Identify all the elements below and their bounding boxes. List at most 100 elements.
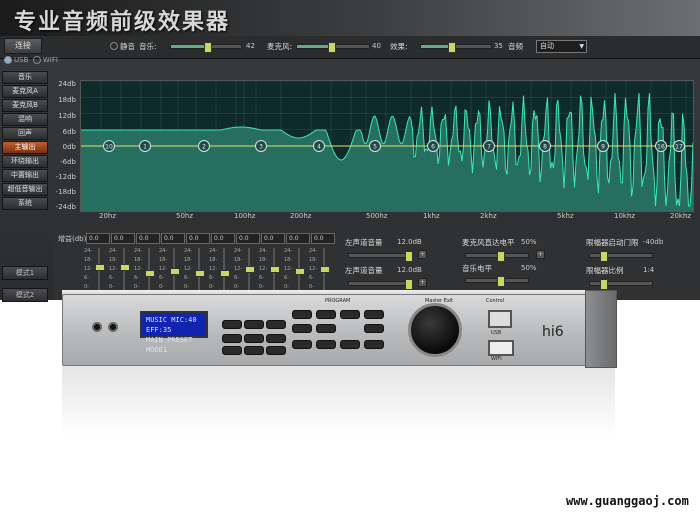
rack-ear (585, 290, 617, 368)
eq-scale-tick: 6- (234, 275, 239, 281)
ratio-slider[interactable] (589, 279, 653, 290)
sidebar-item-main-output[interactable]: 主输出 (2, 141, 48, 154)
eq-gain-input[interactable]: 0.0 (236, 233, 260, 244)
eq-gain-input[interactable]: 0.0 (86, 233, 110, 244)
eq-scale-tick: 6- (309, 275, 314, 281)
eq-band-knob[interactable] (120, 264, 130, 271)
sidebar-item-reverb[interactable]: 混响 (2, 113, 48, 126)
eq-band-knob[interactable] (95, 264, 105, 271)
eq-gain-input[interactable]: 0.0 (286, 233, 310, 244)
music-level-value: 50% (521, 264, 537, 272)
eq-node-label: 16 (657, 144, 665, 151)
eq-gain-input[interactable]: 0.0 (161, 233, 185, 244)
lcd-line2: MAIN PRESET MODE1 (146, 336, 193, 354)
device-button (266, 320, 286, 329)
eq-scale-tick: 12- (184, 266, 193, 272)
mic-slider[interactable] (296, 42, 370, 53)
eq-node-label: 4 (317, 144, 321, 151)
lcd-line1: MUSIC MIC:40 EFF:35 (146, 316, 197, 334)
eq-band-knob[interactable] (245, 266, 255, 273)
plus-icon[interactable]: + (418, 250, 427, 259)
eq-gain-input[interactable]: 0.0 (136, 233, 160, 244)
title-bar: 专业音频前级效果器 (0, 0, 700, 36)
mode2-button[interactable]: 模式2 (2, 288, 48, 302)
eq-band-knob[interactable] (320, 266, 330, 273)
mic-slider-knob[interactable] (328, 42, 336, 53)
music-slider-knob[interactable] (204, 42, 212, 53)
eq-band-knob[interactable] (295, 268, 305, 275)
device-button (292, 340, 312, 349)
mode-select-value: 自动 (540, 42, 554, 50)
eq-band-knob[interactable] (220, 270, 230, 277)
mic-direct-slider[interactable] (465, 251, 529, 262)
eq-gain-input[interactable]: 0.0 (311, 233, 335, 244)
gain-label: 增益(db) (58, 235, 87, 243)
device-button (244, 334, 264, 343)
hz-tick: 50hz (176, 212, 194, 220)
device-reflection (62, 366, 615, 436)
left-vol-slider[interactable] (348, 279, 413, 290)
eq-scale-tick: 12- (84, 266, 93, 272)
sidebar-item-mic-a[interactable]: 麦克风A (2, 85, 48, 98)
sidebar-item-echo[interactable]: 回声 (2, 127, 48, 140)
eq-scale-tick: 12- (209, 266, 218, 272)
sidebar: 音乐 麦克风A 麦克风B 混响 回声 主输出 环绕输出 中置输出 超低音输出 系… (0, 70, 48, 211)
eq-response-graph[interactable]: 10 1 2 3 4 5 6 7 8 9 16 17 (80, 80, 694, 212)
eq-scale-tick: 12- (159, 266, 168, 272)
freq-label: 音频 (508, 42, 523, 51)
sidebar-item-surround-output[interactable]: 环绕输出 (2, 155, 48, 168)
hz-tick: 500hz (366, 212, 388, 220)
db-tick: -6db (60, 158, 76, 166)
device-button (340, 340, 360, 349)
eq-band-knob[interactable] (170, 268, 180, 275)
left-vol-label: 左声道音量 (345, 266, 383, 275)
mic-value: 40 (372, 42, 381, 50)
effect-slider[interactable] (420, 42, 492, 53)
eq-scale-tick: 12- (284, 266, 293, 272)
connect-button[interactable]: 连接 (4, 38, 42, 54)
sidebar-item-sub-output[interactable]: 超低音输出 (2, 183, 48, 196)
effect-label: 效果: (390, 42, 408, 51)
plus-icon[interactable]: + (418, 278, 427, 287)
eq-band-knob[interactable] (195, 270, 205, 277)
eq-gain-input[interactable]: 0.0 (211, 233, 235, 244)
ratio-value: 1:4 (643, 266, 655, 274)
device-button (340, 310, 360, 319)
limiter-label: 限幅器启动门限 (586, 238, 639, 247)
eq-scale-tick: 12- (309, 266, 318, 272)
mute-checkbox[interactable] (110, 42, 118, 50)
eq-scale-tick: 24- (284, 248, 293, 254)
db-tick: 12db (58, 112, 76, 120)
limiter-slider[interactable] (589, 251, 653, 262)
mode1-button[interactable]: 模式1 (2, 266, 48, 280)
sidebar-item-mic-b[interactable]: 麦克风B (2, 99, 48, 112)
eq-gain-input[interactable]: 0.0 (186, 233, 210, 244)
eq-node-label: 3 (259, 144, 263, 151)
eq-band-knob[interactable] (145, 270, 155, 277)
eq-gain-input[interactable]: 0.0 (261, 233, 285, 244)
response-fill (81, 93, 693, 211)
sidebar-item-system[interactable]: 系统 (2, 197, 48, 210)
sidebar-item-music[interactable]: 音乐 (2, 71, 48, 84)
wifi-port-label: WIFI (491, 356, 502, 362)
eq-gain-input[interactable]: 0.0 (111, 233, 135, 244)
wifi-radio[interactable] (32, 56, 41, 64)
music-level-slider[interactable] (465, 276, 529, 287)
mode-select[interactable]: 自动 ▼ (536, 40, 587, 53)
music-slider[interactable] (170, 42, 242, 53)
music-level-label: 音乐电平 (462, 264, 492, 273)
eq-scale-tick: 24- (209, 248, 218, 254)
usb-radio[interactable] (4, 56, 12, 64)
db-tick: 24db (58, 80, 76, 88)
effect-slider-knob[interactable] (448, 42, 456, 53)
plus-icon[interactable]: + (536, 250, 545, 259)
device-button (316, 340, 336, 349)
hz-tick: 20hz (99, 212, 117, 220)
eq-scale-tick: 18- (309, 257, 318, 263)
eq-band-knob[interactable] (270, 266, 280, 273)
left-main-slider[interactable] (348, 251, 413, 262)
sidebar-item-center-output[interactable]: 中置输出 (2, 169, 48, 182)
eq-scale-tick: 24- (234, 248, 243, 254)
eq-scale-tick: 6- (134, 275, 139, 281)
eq-scale-tick: 6- (259, 275, 264, 281)
